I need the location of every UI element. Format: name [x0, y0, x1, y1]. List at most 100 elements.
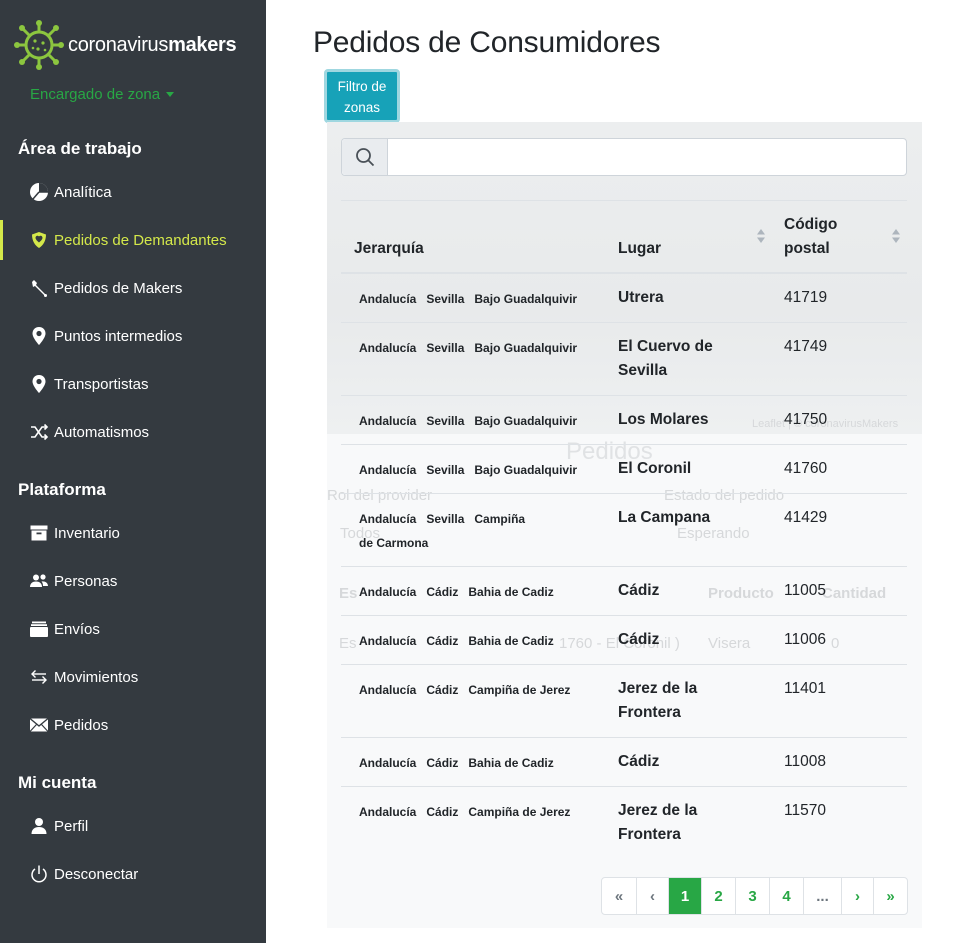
search-input[interactable]: [388, 139, 906, 175]
postal-cell: 41719: [784, 289, 828, 306]
hierarchy-zone: Bajo Guadalquivir: [474, 341, 578, 355]
hierarchy-region: Andalucía: [359, 805, 417, 819]
hierarchy-zone: Bahia de Cadiz: [468, 756, 554, 770]
pagination-page-3[interactable]: 3: [735, 878, 769, 914]
pagination-prev[interactable]: ‹: [636, 878, 668, 914]
power-icon: [28, 864, 50, 884]
pagination-ellipsis: ...: [803, 878, 841, 914]
sidebar-item-label: Transportistas: [54, 375, 149, 393]
sidebar-item-perfil[interactable]: Perfil: [0, 806, 266, 846]
sidebar-item-label: Pedidos de Demandantes: [54, 231, 227, 249]
hierarchy-region: Andalucía: [359, 683, 417, 697]
sidebar-item-label: Perfil: [54, 817, 89, 835]
hierarchy-zone: Bajo Guadalquivir: [474, 463, 578, 477]
table-row[interactable]: Andalucía Sevilla Bajo Guadalquivir El Cor…: [341, 445, 907, 494]
sidebar-item-movimientos[interactable]: Movimientos: [0, 657, 266, 697]
orders-table: Jerarquía Lugar Código postal Andalucía S…: [341, 200, 907, 860]
place-cell: Cádiz: [618, 582, 660, 599]
sidebar-item-puntos-intermedios[interactable]: Puntos intermedios: [0, 316, 266, 356]
hierarchy-province: Sevilla: [426, 512, 465, 526]
hierarchy-province: Cádiz: [426, 805, 459, 819]
hierarchy-cell: Andalucía Cádiz Campiña de Jerez: [359, 800, 599, 824]
archive-icon: [28, 523, 50, 543]
sidebar-item-pedidos[interactable]: Pedidos: [0, 705, 266, 745]
table-row[interactable]: Andalucía Sevilla Bajo Guadalquivir El Cue…: [341, 323, 907, 396]
page-title: Pedidos de Consumidores: [313, 26, 661, 59]
hierarchy-province: Cádiz: [426, 683, 459, 697]
search-icon[interactable]: [342, 139, 388, 175]
pagination-next[interactable]: ›: [841, 878, 873, 914]
table-row[interactable]: Andalucía Sevilla Bajo Guadalquivir Utrera…: [341, 274, 907, 323]
hierarchy-cell: Andalucía Cádiz Bahia de Cadiz: [359, 580, 599, 604]
sidebar-item-label: Puntos intermedios: [54, 327, 183, 345]
hierarchy-region: Andalucía: [359, 341, 417, 355]
sidebar-item-pedidos-demandantes[interactable]: Pedidos de Demandantes: [0, 220, 266, 260]
hierarchy-zone: Bajo Guadalquivir: [474, 292, 578, 306]
sidebar-item-desconectar[interactable]: Desconectar: [0, 854, 266, 894]
sidebar-item-analitica[interactable]: Analítica: [0, 172, 266, 212]
envelope-icon: [28, 715, 50, 735]
section-title-platform: Plataforma: [18, 480, 106, 499]
sidebar-item-label: Personas: [54, 572, 118, 590]
hierarchy-province: Cádiz: [426, 634, 459, 648]
sidebar-item-label: Automatismos: [54, 423, 150, 441]
sidebar-item-pedidos-makers[interactable]: Pedidos de Makers: [0, 268, 266, 308]
table-row[interactable]: Andalucía Sevilla Campiña de Carmona La Ca…: [341, 494, 907, 567]
map-marker-icon: [28, 374, 50, 394]
postal-cell: 11401: [784, 680, 826, 697]
column-header-hierarchy[interactable]: Jerarquía: [354, 237, 424, 261]
brand-name-prefix: coronavirus: [68, 33, 169, 56]
pagination-page-2[interactable]: 2: [701, 878, 735, 914]
sidebar-item-envios[interactable]: Envíos: [0, 609, 266, 649]
sort-arrows-icon[interactable]: [756, 228, 766, 244]
place-cell: Cádiz: [618, 631, 660, 648]
brand-name-suffix: makers: [168, 33, 237, 56]
postal-cell: 11570: [784, 802, 826, 819]
table-row[interactable]: Andalucía Cádiz Bahia de Cadiz Cádiz 11008: [341, 738, 907, 787]
postal-cell: 41750: [784, 411, 828, 428]
caret-down-icon: [166, 92, 175, 97]
exchange-icon: [28, 667, 50, 687]
column-header-place[interactable]: Lugar: [618, 237, 661, 261]
brand-logo[interactable]: coronavirusmakers: [14, 18, 237, 72]
hierarchy-region: Andalucía: [359, 463, 417, 477]
postal-cell: 11008: [784, 753, 826, 770]
sort-arrows-icon[interactable]: [891, 228, 901, 244]
table-row[interactable]: Andalucía Sevilla Bajo Guadalquivir Los Mo…: [341, 396, 907, 445]
hierarchy-zone: Campiña de Jerez: [468, 805, 571, 819]
hierarchy-cell: Andalucía Sevilla Bajo Guadalquivir: [359, 458, 599, 482]
hierarchy-zone: Bahia de Cadiz: [468, 585, 554, 599]
hierarchy-cell: Andalucía Sevilla Bajo Guadalquivir: [359, 409, 599, 433]
table-row[interactable]: Andalucía Cádiz Bahia de Cadiz Cádiz 11005: [341, 567, 907, 616]
table-row[interactable]: Andalucía Cádiz Campiña de Jerez Jerez de …: [341, 665, 907, 738]
place-cell: El Coronil: [618, 460, 692, 477]
map-marker-icon: [28, 326, 50, 346]
pagination-page-1[interactable]: 1: [668, 878, 701, 914]
pagination-first[interactable]: «: [602, 878, 636, 914]
box-icon: [28, 619, 50, 639]
table-row[interactable]: Andalucía Cádiz Campiña de Jerez Jerez de …: [341, 787, 907, 860]
place-cell: Jerez de la Frontera: [618, 802, 698, 843]
role-label: Encargado de zona: [30, 86, 161, 103]
table-header: Jerarquía Lugar Código postal: [341, 200, 907, 274]
hierarchy-cell: Andalucía Cádiz Campiña de Jerez: [359, 678, 599, 702]
postal-cell: 11005: [784, 582, 826, 599]
sidebar-item-label: Desconectar: [54, 865, 139, 883]
sidebar-item-personas[interactable]: Personas: [0, 561, 266, 601]
table-row[interactable]: Andalucía Cádiz Bahia de Cadiz Cádiz 11006: [341, 616, 907, 665]
zone-filter-button[interactable]: Filtro de zonas: [324, 69, 400, 123]
hierarchy-cell: Andalucía Cádiz Bahia de Cadiz: [359, 751, 599, 775]
place-cell: Jerez de la Frontera: [618, 680, 698, 721]
role-dropdown[interactable]: Encargado de zona: [30, 86, 175, 103]
pagination-last[interactable]: »: [873, 878, 907, 914]
pagination-page-4[interactable]: 4: [769, 878, 803, 914]
hierarchy-cell: Andalucía Sevilla Bajo Guadalquivir: [359, 336, 599, 360]
sidebar-item-label: Analítica: [54, 183, 112, 201]
place-cell: El Cuervo de Sevilla: [618, 338, 713, 379]
sidebar-item-transportistas[interactable]: Transportistas: [0, 364, 266, 404]
column-header-postal[interactable]: Código postal: [784, 213, 854, 261]
sidebar-item-automatismos[interactable]: Automatismos: [0, 412, 266, 452]
sidebar-item-label: Inventario: [54, 524, 120, 542]
sidebar-item-inventario[interactable]: Inventario: [0, 513, 266, 553]
postal-cell: 41760: [784, 460, 828, 477]
